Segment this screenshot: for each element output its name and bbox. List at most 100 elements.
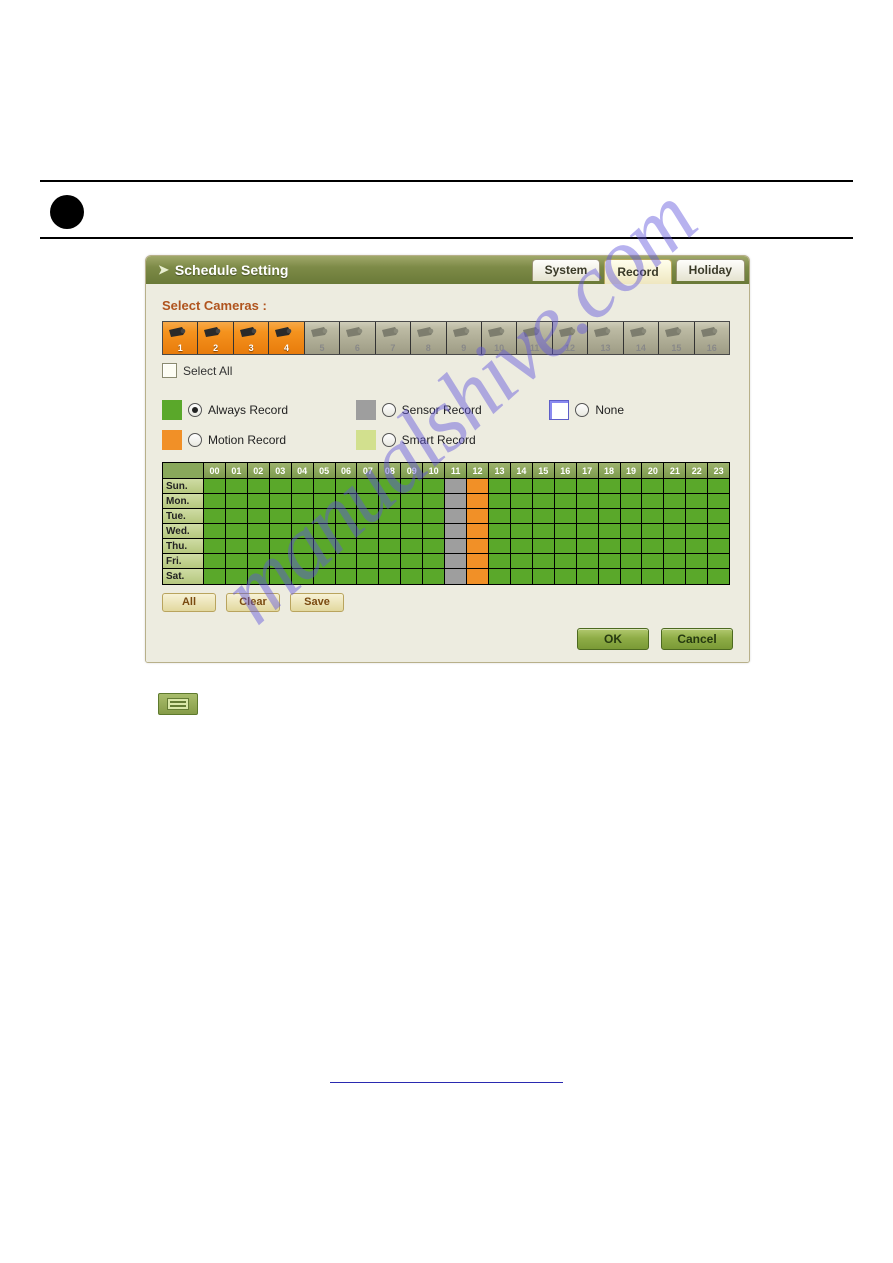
schedule-cell[interactable] <box>686 539 708 554</box>
schedule-cell[interactable] <box>555 569 577 584</box>
schedule-cell[interactable] <box>555 509 577 524</box>
schedule-cell[interactable] <box>708 524 729 539</box>
schedule-cell[interactable] <box>248 554 270 569</box>
schedule-cell[interactable] <box>204 509 226 524</box>
schedule-cell[interactable] <box>599 554 621 569</box>
schedule-cell[interactable] <box>489 494 511 509</box>
schedule-cell[interactable] <box>336 479 358 494</box>
mode-always-record[interactable]: Always Record <box>162 400 346 420</box>
schedule-cell[interactable] <box>555 554 577 569</box>
schedule-cell[interactable] <box>511 539 533 554</box>
schedule-cell[interactable] <box>314 554 336 569</box>
schedule-cell[interactable] <box>533 479 555 494</box>
schedule-cell[interactable] <box>577 539 599 554</box>
mode-sensor-record[interactable]: Sensor Record <box>356 400 540 420</box>
schedule-cell[interactable] <box>248 479 270 494</box>
schedule-cell[interactable] <box>686 494 708 509</box>
schedule-cell[interactable] <box>664 539 686 554</box>
schedule-cell[interactable] <box>292 494 314 509</box>
schedule-cell[interactable] <box>445 494 467 509</box>
schedule-cell[interactable] <box>379 539 401 554</box>
schedule-cell[interactable] <box>401 539 423 554</box>
tab-record[interactable]: Record <box>604 259 671 284</box>
schedule-cell[interactable] <box>511 494 533 509</box>
all-button[interactable]: All <box>162 593 216 612</box>
schedule-cell[interactable] <box>292 524 314 539</box>
schedule-cell[interactable] <box>357 524 379 539</box>
schedule-cell[interactable] <box>489 569 511 584</box>
schedule-cell[interactable] <box>401 509 423 524</box>
schedule-cell[interactable] <box>292 509 314 524</box>
schedule-cell[interactable] <box>621 539 643 554</box>
schedule-cell[interactable] <box>555 479 577 494</box>
schedule-cell[interactable] <box>467 479 489 494</box>
schedule-cell[interactable] <box>621 509 643 524</box>
schedule-cell[interactable] <box>445 524 467 539</box>
schedule-cell[interactable] <box>642 539 664 554</box>
schedule-cell[interactable] <box>204 524 226 539</box>
schedule-cell[interactable] <box>379 494 401 509</box>
schedule-cell[interactable] <box>226 479 248 494</box>
schedule-cell[interactable] <box>577 479 599 494</box>
schedule-cell[interactable] <box>379 524 401 539</box>
schedule-cell[interactable] <box>379 479 401 494</box>
schedule-cell[interactable] <box>445 509 467 524</box>
schedule-cell[interactable] <box>664 509 686 524</box>
schedule-cell[interactable] <box>270 509 292 524</box>
schedule-cell[interactable] <box>708 494 729 509</box>
schedule-cell[interactable] <box>533 569 555 584</box>
schedule-cell[interactable] <box>379 509 401 524</box>
schedule-cell[interactable] <box>423 539 445 554</box>
schedule-cell[interactable] <box>423 479 445 494</box>
schedule-cell[interactable] <box>533 509 555 524</box>
schedule-cell[interactable] <box>445 479 467 494</box>
schedule-cell[interactable] <box>533 524 555 539</box>
schedule-cell[interactable] <box>226 539 248 554</box>
schedule-cell[interactable] <box>336 554 358 569</box>
schedule-cell[interactable] <box>599 539 621 554</box>
schedule-cell[interactable] <box>401 524 423 539</box>
schedule-cell[interactable] <box>270 554 292 569</box>
schedule-cell[interactable] <box>401 494 423 509</box>
schedule-cell[interactable] <box>314 509 336 524</box>
schedule-cell[interactable] <box>204 479 226 494</box>
schedule-cell[interactable] <box>204 554 226 569</box>
schedule-cell[interactable] <box>621 479 643 494</box>
schedule-cell[interactable] <box>511 554 533 569</box>
schedule-cell[interactable] <box>401 569 423 584</box>
schedule-cell[interactable] <box>445 539 467 554</box>
schedule-cell[interactable] <box>489 524 511 539</box>
schedule-cell[interactable] <box>555 539 577 554</box>
schedule-cell[interactable] <box>357 554 379 569</box>
schedule-cell[interactable] <box>270 569 292 584</box>
schedule-cell[interactable] <box>379 569 401 584</box>
schedule-cell[interactable] <box>511 509 533 524</box>
schedule-cell[interactable] <box>270 494 292 509</box>
schedule-cell[interactable] <box>664 494 686 509</box>
schedule-cell[interactable] <box>226 494 248 509</box>
schedule-cell[interactable] <box>336 539 358 554</box>
schedule-cell[interactable] <box>708 509 729 524</box>
schedule-cell[interactable] <box>511 569 533 584</box>
schedule-cell[interactable] <box>423 524 445 539</box>
schedule-cell[interactable] <box>577 569 599 584</box>
schedule-cell[interactable] <box>270 524 292 539</box>
ok-button[interactable]: OK <box>577 628 649 650</box>
schedule-cell[interactable] <box>423 509 445 524</box>
schedule-cell[interactable] <box>467 554 489 569</box>
schedule-cell[interactable] <box>577 509 599 524</box>
schedule-cell[interactable] <box>664 479 686 494</box>
schedule-cell[interactable] <box>423 494 445 509</box>
schedule-cell[interactable] <box>708 569 729 584</box>
schedule-shortcut-button[interactable] <box>158 693 198 715</box>
schedule-cell[interactable] <box>686 479 708 494</box>
schedule-cell[interactable] <box>357 479 379 494</box>
schedule-cell[interactable] <box>708 554 729 569</box>
schedule-cell[interactable] <box>686 509 708 524</box>
schedule-cell[interactable] <box>445 554 467 569</box>
schedule-cell[interactable] <box>664 569 686 584</box>
schedule-cell[interactable] <box>489 479 511 494</box>
schedule-cell[interactable] <box>401 479 423 494</box>
schedule-cell[interactable] <box>642 554 664 569</box>
schedule-cell[interactable] <box>357 539 379 554</box>
